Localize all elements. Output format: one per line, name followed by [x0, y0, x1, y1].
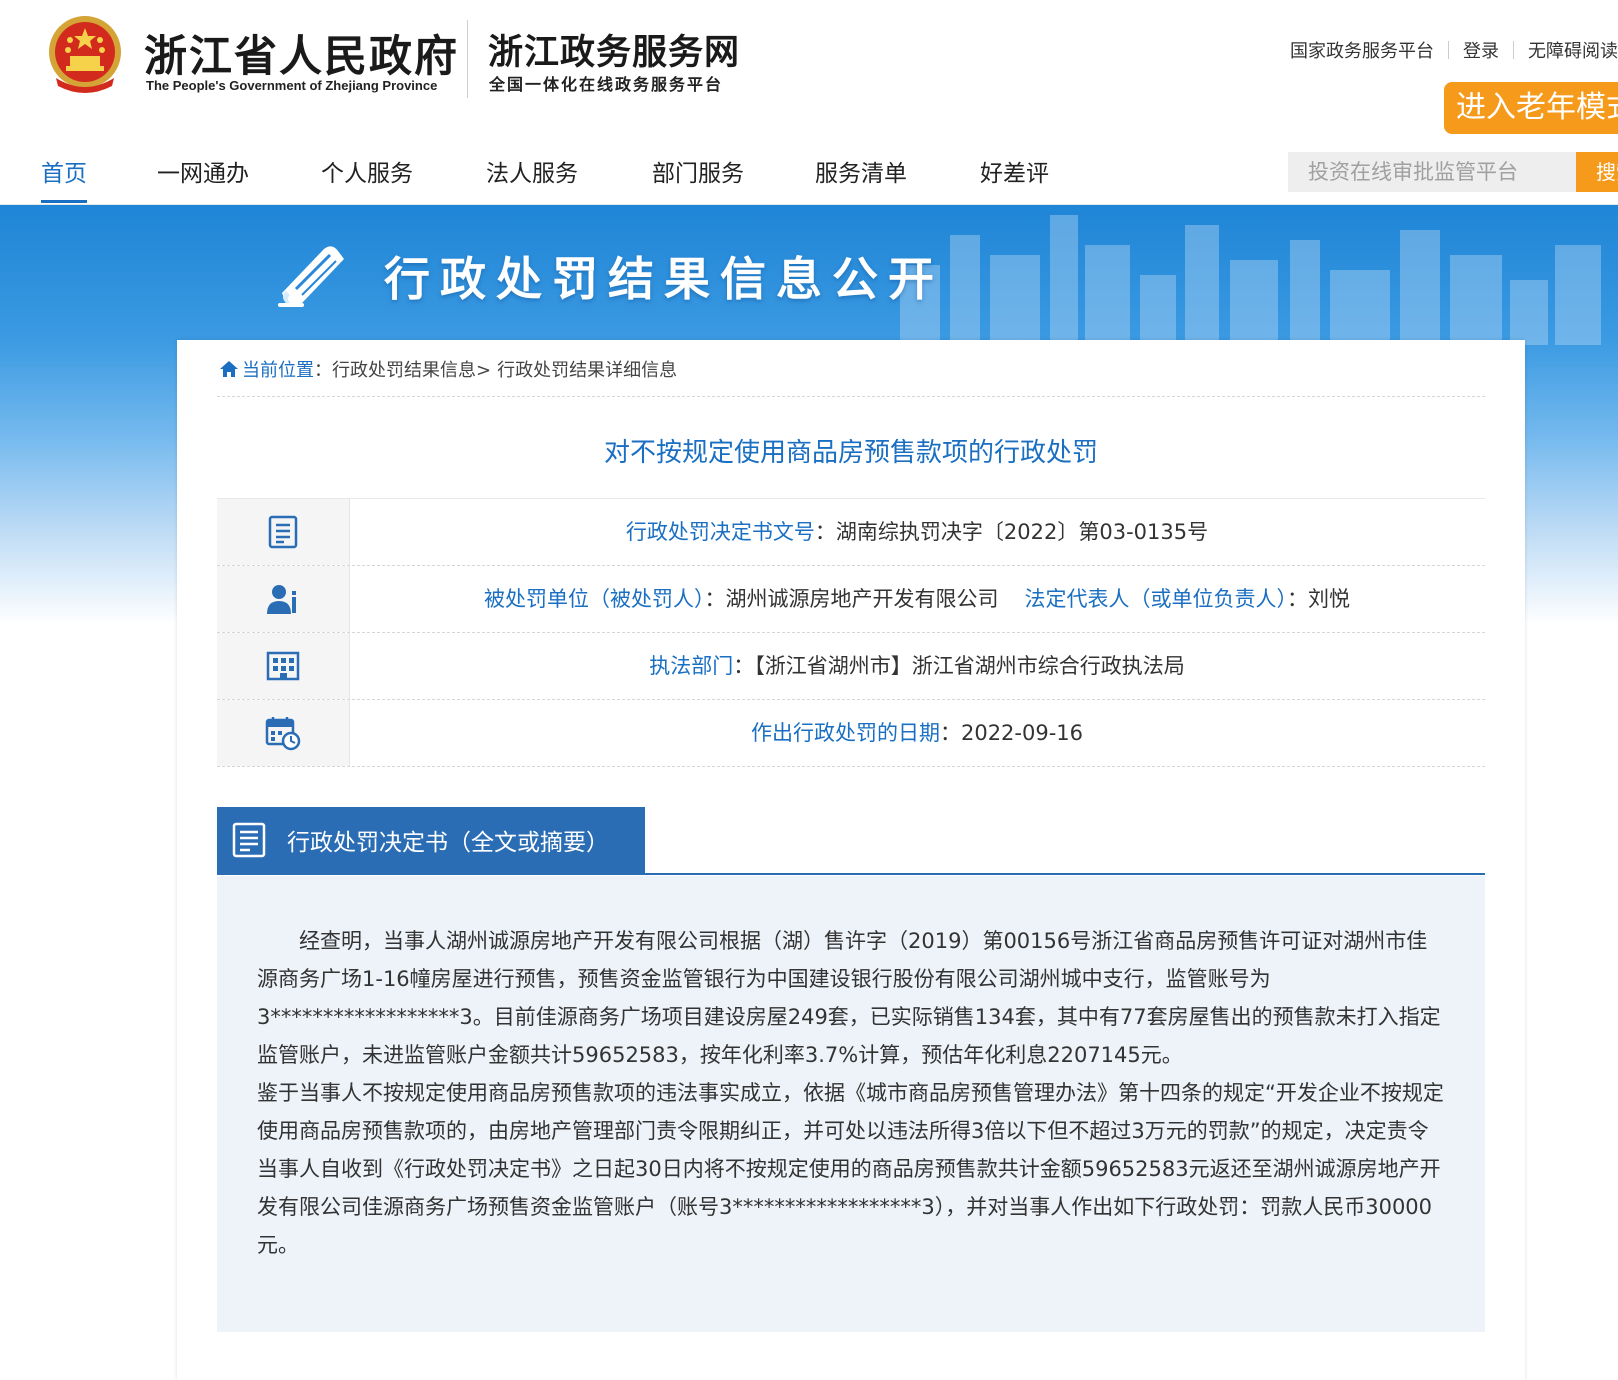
portal-name[interactable]: 浙江政务服务网	[488, 24, 740, 75]
nav-one-stop[interactable]: 一网通办	[157, 150, 249, 200]
breadcrumb-level1[interactable]: 行政处罚结果信息>	[332, 356, 491, 382]
home-icon	[220, 361, 238, 377]
nav-home[interactable]: 首页	[41, 150, 87, 203]
info-text: 行政处罚决定书文号：湖南综执罚决字〔2022〕第03-0135号	[349, 499, 1485, 565]
enforcement-dept-label: 执法部门	[649, 654, 734, 678]
info-text: 作出行政处罚的日期：2022-09-16	[349, 700, 1485, 766]
breadcrumb-level2: 行政处罚结果详细信息	[497, 360, 678, 381]
decision-number-label: 行政处罚决定书文号	[625, 520, 815, 544]
government-name: 浙江省人民政府	[144, 32, 459, 82]
decision-number-value: ：湖南综执罚决字〔2022〕第03-0135号	[814, 520, 1209, 544]
person-icon	[267, 585, 296, 614]
decision-paragraph-2: 鉴于当事人不按规定使用商品房预售款项的违法事实成立，依据《城市商品房预售管理办法…	[257, 1081, 1444, 1257]
banner-title: 行政处罚结果信息公开	[384, 252, 944, 306]
link-divider	[1448, 41, 1449, 59]
penalty-date-value: ：2022-09-16	[939, 721, 1084, 745]
document-icon	[268, 515, 298, 549]
page-title: 对不按规定使用商品房预售款项的行政处罚	[603, 438, 1098, 468]
breadcrumb-divider	[217, 396, 1485, 397]
info-text: 被处罚单位（被处罚人）：湖州诚源房地产开发有限公司 法定代表人（或单位负责人）：刘…	[349, 566, 1485, 632]
nav-corporate-services[interactable]: 法人服务	[486, 150, 578, 200]
info-row-penalized-party: 被处罚单位（被处罚人）：湖州诚源房地产开发有限公司 法定代表人（或单位负责人）：刘…	[217, 566, 1485, 633]
link-divider	[1513, 41, 1514, 59]
document-list-icon	[232, 822, 266, 858]
info-icon-cell	[217, 700, 350, 766]
penalty-date-label: 作出行政处罚的日期	[750, 721, 940, 745]
elder-mode-button[interactable]: 进入老年模式	[1444, 82, 1618, 134]
info-table: 行政处罚决定书文号：湖南综执罚决字〔2022〕第03-0135号 被处罚单位（被…	[217, 498, 1485, 767]
enforcement-dept-value: ：【浙江省湖州市】浙江省湖州市综合行政执法局	[733, 654, 1185, 678]
national-emblem-icon	[49, 16, 121, 93]
penalized-party-value: ：湖州诚源房地产开发有限公司	[704, 587, 999, 611]
portal-subtitle: 全国一体化在线政务服务平台	[489, 75, 724, 94]
decision-paragraph-1: 经查明，当事人湖州诚源房地产开发有限公司根据（湖）售许字（2019）第00156…	[257, 929, 1441, 1067]
legal-rep-label: 法定代表人（或单位负责人）	[1024, 587, 1288, 611]
book-icon	[278, 246, 344, 307]
breadcrumb: 当前位置 ： 行政处罚结果信息> 行政处罚结果详细信息	[219, 356, 677, 382]
search-input[interactable]	[1288, 152, 1576, 192]
government-name-en: The People's Government of Zhejiang Prov…	[146, 78, 438, 93]
breadcrumb-home[interactable]: 当前位置	[242, 356, 314, 382]
info-text: 执法部门：【浙江省湖州市】浙江省湖州市综合行政执法局	[349, 633, 1485, 699]
breadcrumb-colon: ：	[314, 360, 332, 381]
info-icon-cell	[217, 566, 350, 632]
content-card: 当前位置 ： 行政处罚结果信息> 行政处罚结果详细信息 对不按规定使用商品房预售…	[177, 340, 1525, 1380]
login-link[interactable]: 登录	[1463, 37, 1499, 63]
site-header: 浙江省人民政府 The People's Government of Zheji…	[0, 0, 1618, 140]
info-row-enforcement-dept: 执法部门：【浙江省湖州市】浙江省湖州市综合行政执法局	[217, 633, 1485, 700]
brand-divider	[467, 20, 468, 98]
legal-rep-value: ：刘悦	[1287, 587, 1350, 611]
decision-section-tab: 行政处罚决定书（全文或摘要）	[217, 807, 645, 873]
decision-section-header: 行政处罚决定书（全文或摘要）	[217, 807, 1485, 875]
nav-evaluation[interactable]: 好差评	[980, 150, 1049, 200]
section-title: 行政处罚决定书（全文或摘要）	[287, 830, 609, 856]
accessibility-link[interactable]: 无障碍阅读	[1528, 37, 1618, 63]
nav-service-list[interactable]: 服务清单	[815, 150, 907, 200]
building-icon	[266, 651, 300, 681]
nav-department-services[interactable]: 部门服务	[652, 150, 744, 200]
penalized-party-label: 被处罚单位（被处罚人）	[484, 587, 705, 611]
info-row-penalty-date: 作出行政处罚的日期：2022-09-16	[217, 700, 1485, 767]
search-button[interactable]: 搜索	[1576, 152, 1618, 192]
national-platform-link[interactable]: 国家政务服务平台	[1290, 37, 1434, 63]
nav-personal-services[interactable]: 个人服务	[321, 150, 413, 200]
top-links: 国家政务服务平台 登录 无障碍阅读	[1290, 37, 1618, 63]
decision-body: 经查明，当事人湖州诚源房地产开发有限公司根据（湖）售许字（2019）第00156…	[217, 876, 1485, 1332]
calendar-icon	[265, 717, 301, 751]
info-icon-cell	[217, 633, 350, 699]
info-icon-cell	[217, 499, 350, 565]
info-row-decision-number: 行政处罚决定书文号：湖南综执罚决字〔2022〕第03-0135号	[217, 498, 1485, 566]
